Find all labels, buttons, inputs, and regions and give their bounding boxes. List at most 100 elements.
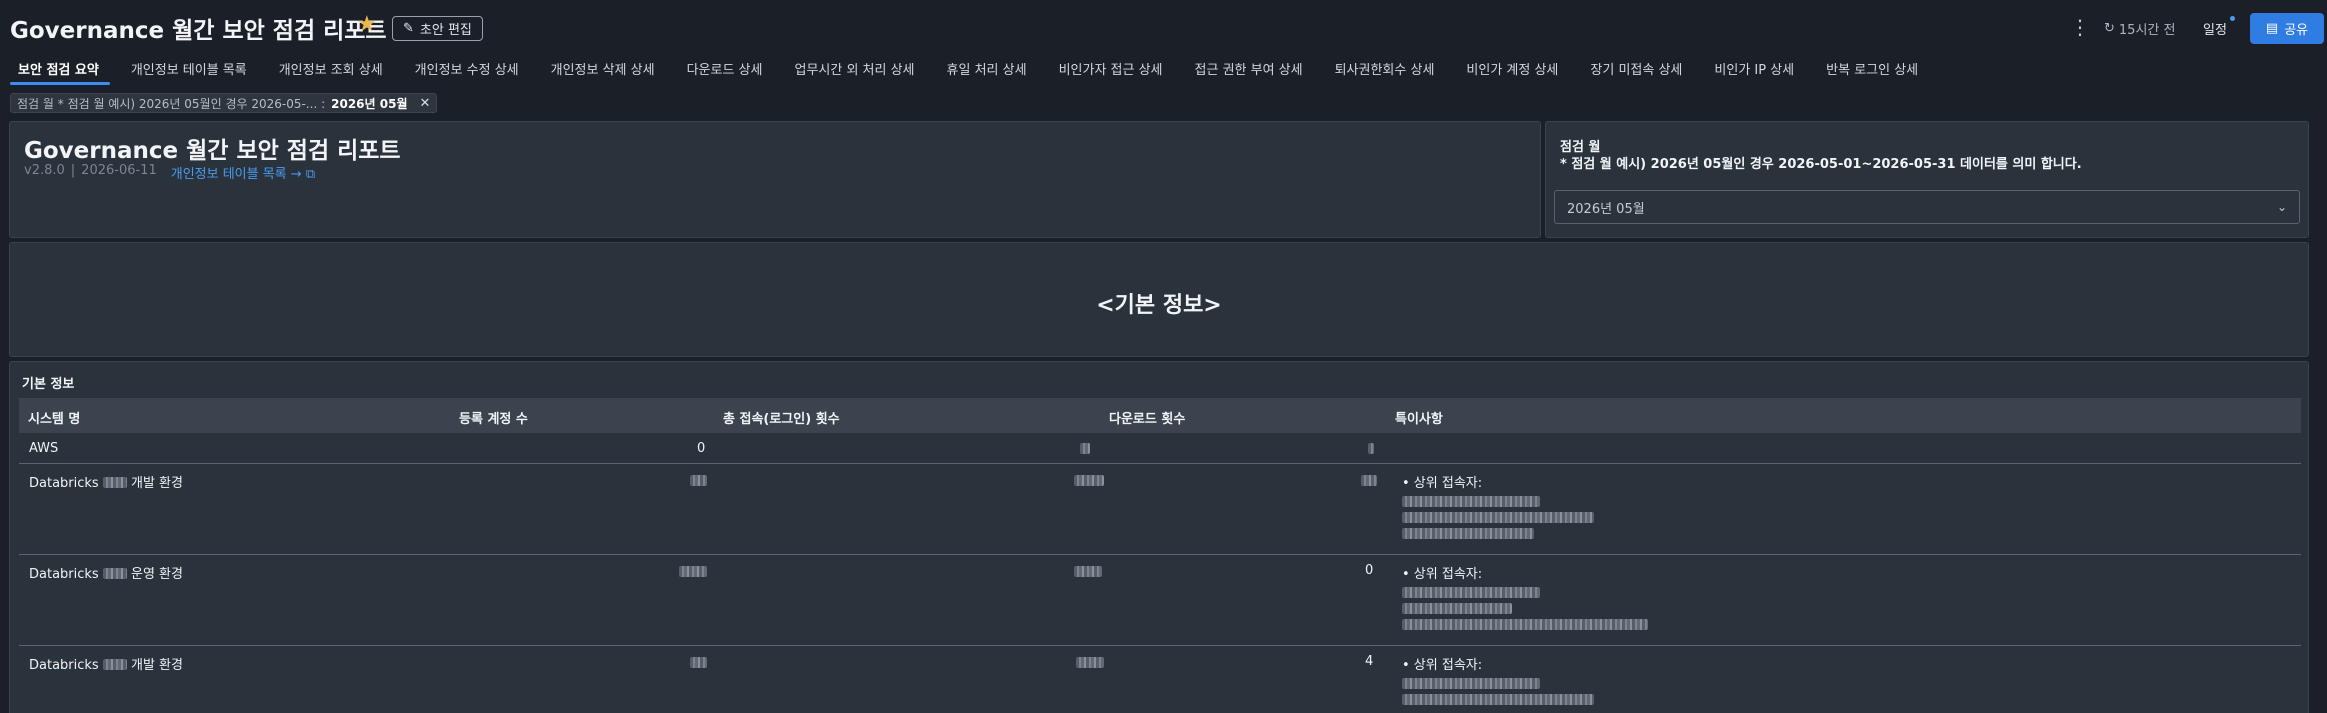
filter-chip[interactable]: 점검 월 * 점검 월 예시) 2026년 05월인 경우 2026-05-..…: [10, 93, 438, 113]
pencil-icon: ✎: [403, 21, 414, 36]
column-header-accounts[interactable]: 등록 계정 수: [459, 408, 528, 427]
redacted-value: [102, 568, 127, 579]
report-version: v2.8.0: [24, 163, 65, 178]
refresh-button[interactable]: ↻ 15시간 전: [2104, 19, 2175, 38]
meta-separator: |: [70, 163, 76, 178]
redacted-value: [1080, 443, 1090, 454]
more-options-icon[interactable]: ⋮: [2070, 17, 2090, 37]
system-suffix: 운영 환경: [130, 567, 183, 582]
tab-download-detail[interactable]: 다운로드 상세: [676, 59, 774, 85]
share-label: 공유: [2284, 23, 2309, 38]
app-header: Governance 월간 보안 점검 리포트 ★ ✎ 초안 편집 ⋮ ↻ 15…: [0, 0, 2327, 56]
redacted-value: [1402, 587, 1540, 598]
refresh-label: 15시간 전: [2118, 23, 2176, 38]
cell-system: Databricks 운영 환경: [29, 563, 183, 582]
basic-info-table-panel: 기본 정보 시스템 명 등록 계정 수 총 접속(로그인) 횟수 다운로드 횟수…: [9, 361, 2309, 713]
redacted-value: [1368, 443, 1374, 454]
share-button[interactable]: ▤ 공유: [2250, 13, 2324, 44]
redacted-value: [1402, 528, 1534, 539]
cell-system: Databricks 개발 환경: [29, 654, 183, 673]
tab-holiday-detail[interactable]: 휴일 처리 상세: [936, 59, 1038, 85]
tab-permission-grant-detail[interactable]: 접근 권한 부여 상세: [1184, 59, 1314, 85]
redacted-value: [690, 475, 707, 486]
cell-downloads: 0: [1365, 563, 1374, 578]
tab-security-summary[interactable]: 보안 점검 요약: [10, 59, 110, 85]
month-select-value: 2026년 05월: [1567, 201, 1645, 217]
column-header-system[interactable]: 시스템 명: [28, 408, 80, 427]
redacted-value: [1402, 512, 1594, 523]
system-suffix: 개발 환경: [130, 658, 183, 673]
pii-table-list-link-label: 개인정보 테이블 목록 →: [170, 167, 302, 182]
cell-downloads: 4: [1365, 654, 1374, 669]
redacted-value: [1074, 475, 1104, 486]
share-icon: ▤: [2265, 21, 2279, 36]
basic-info-heading-panel: <기본 정보>: [9, 242, 2309, 357]
external-link-icon: ⧉: [305, 167, 316, 182]
schedule-button[interactable]: 일정: [2203, 19, 2227, 38]
table-row: Databricks 운영 환경 0 • 상위 접속자:: [19, 555, 2301, 646]
month-filter-description: * 점검 월 예시) 2026년 05월인 경우 2026-05-01~2026…: [1560, 157, 2082, 172]
redacted-value: [102, 659, 127, 670]
report-title: Governance 월간 보안 점검 리포트: [24, 138, 401, 164]
system-name: Databricks: [29, 658, 99, 673]
report-meta: v2.8.0 | 2026-06-11 개인정보 테이블 목록 → ⧉: [24, 163, 315, 182]
table-row: AWS 0: [19, 433, 2301, 464]
cell-system: AWS: [29, 441, 59, 456]
tab-unauthorized-access-detail[interactable]: 비인가자 접근 상세: [1048, 59, 1174, 85]
column-header-logins[interactable]: 총 접속(로그인) 횟수: [723, 408, 840, 427]
table-header: 시스템 명 등록 계정 수 총 접속(로그인) 횟수 다운로드 횟수 특이사항: [19, 398, 2301, 433]
redacted-value: [1402, 496, 1540, 507]
filter-chip-label: 점검 월 * 점검 월 예시) 2026년 05월인 경우 2026-05-..…: [17, 96, 326, 111]
page-tabs: 보안 점검 요약 개인정보 테이블 목록 개인정보 조회 상세 개인정보 수정 …: [10, 59, 1939, 85]
close-icon[interactable]: ✕: [413, 96, 436, 111]
redacted-value: [1361, 475, 1377, 486]
redacted-value: [679, 566, 707, 577]
system-name: Databricks: [29, 567, 99, 582]
redacted-value: [1402, 619, 1648, 630]
schedule-indicator-dot: [2230, 16, 2235, 21]
table-caption: 기본 정보: [22, 377, 75, 392]
month-select[interactable]: 2026년 05월 ⌄: [1554, 190, 2300, 224]
cell-notes: • 상위 접속자:: [1402, 563, 1648, 630]
tab-revocation-detail[interactable]: 퇴사권한회수 상세: [1324, 59, 1446, 85]
top-users-label: • 상위 접속자:: [1402, 476, 1483, 491]
top-users-label: • 상위 접속자:: [1402, 658, 1483, 673]
filter-chip-value: 2026년 05월: [331, 96, 408, 111]
redacted-value: [690, 657, 707, 668]
table-row: Databricks 개발 환경 • 상위 접속자:: [19, 464, 2301, 555]
tab-unauthorized-account-detail[interactable]: 비인가 계정 상세: [1455, 59, 1569, 85]
tab-unauthorized-ip-detail[interactable]: 비인가 IP 상세: [1703, 59, 1805, 85]
redacted-value: [102, 477, 127, 488]
draft-edit-button[interactable]: ✎ 초안 편집: [392, 16, 483, 41]
cell-accounts: 0: [697, 441, 706, 456]
column-header-notes[interactable]: 특이사항: [1395, 408, 1443, 427]
favorite-star-icon[interactable]: ★: [357, 14, 377, 36]
redacted-value: [1402, 694, 1594, 705]
top-users-label: • 상위 접속자:: [1402, 567, 1483, 582]
tab-repeated-login-detail[interactable]: 반복 로그인 상세: [1815, 59, 1929, 85]
chevron-down-icon: ⌄: [2276, 200, 2287, 214]
month-filter-panel: 점검 월 * 점검 월 예시) 2026년 05월인 경우 2026-05-01…: [1545, 121, 2309, 238]
column-header-downloads[interactable]: 다운로드 횟수: [1109, 408, 1185, 427]
redacted-value: [1074, 566, 1102, 577]
tab-long-inactive-detail[interactable]: 장기 미접속 상세: [1579, 59, 1693, 85]
pii-table-list-link[interactable]: 개인정보 테이블 목록 → ⧉: [171, 163, 315, 182]
cell-system: Databricks 개발 환경: [29, 472, 183, 491]
page-title: Governance 월간 보안 점검 리포트: [10, 18, 387, 44]
system-name: Databricks: [29, 476, 99, 491]
basic-info-heading: <기본 정보>: [1096, 293, 1222, 318]
tab-pii-table-list[interactable]: 개인정보 테이블 목록: [120, 59, 258, 85]
table-row: Databricks 개발 환경 4 • 상위 접속자:: [19, 646, 2301, 713]
draft-edit-label: 초안 편집: [419, 23, 472, 38]
tab-pii-update-detail[interactable]: 개인정보 수정 상세: [404, 59, 530, 85]
tab-after-hours-detail[interactable]: 업무시간 외 처리 상세: [783, 59, 925, 85]
redacted-value: [1076, 657, 1104, 668]
redacted-value: [1402, 603, 1512, 614]
report-title-panel: Governance 월간 보안 점검 리포트 v2.8.0 | 2026-06…: [9, 121, 1541, 238]
tab-pii-delete-detail[interactable]: 개인정보 삭제 상세: [540, 59, 666, 85]
tab-pii-read-detail[interactable]: 개인정보 조회 상세: [268, 59, 394, 85]
redacted-value: [1402, 678, 1540, 689]
refresh-icon: ↻: [2104, 21, 2115, 36]
cell-notes: • 상위 접속자:: [1402, 654, 1594, 705]
system-suffix: 개발 환경: [130, 476, 183, 491]
